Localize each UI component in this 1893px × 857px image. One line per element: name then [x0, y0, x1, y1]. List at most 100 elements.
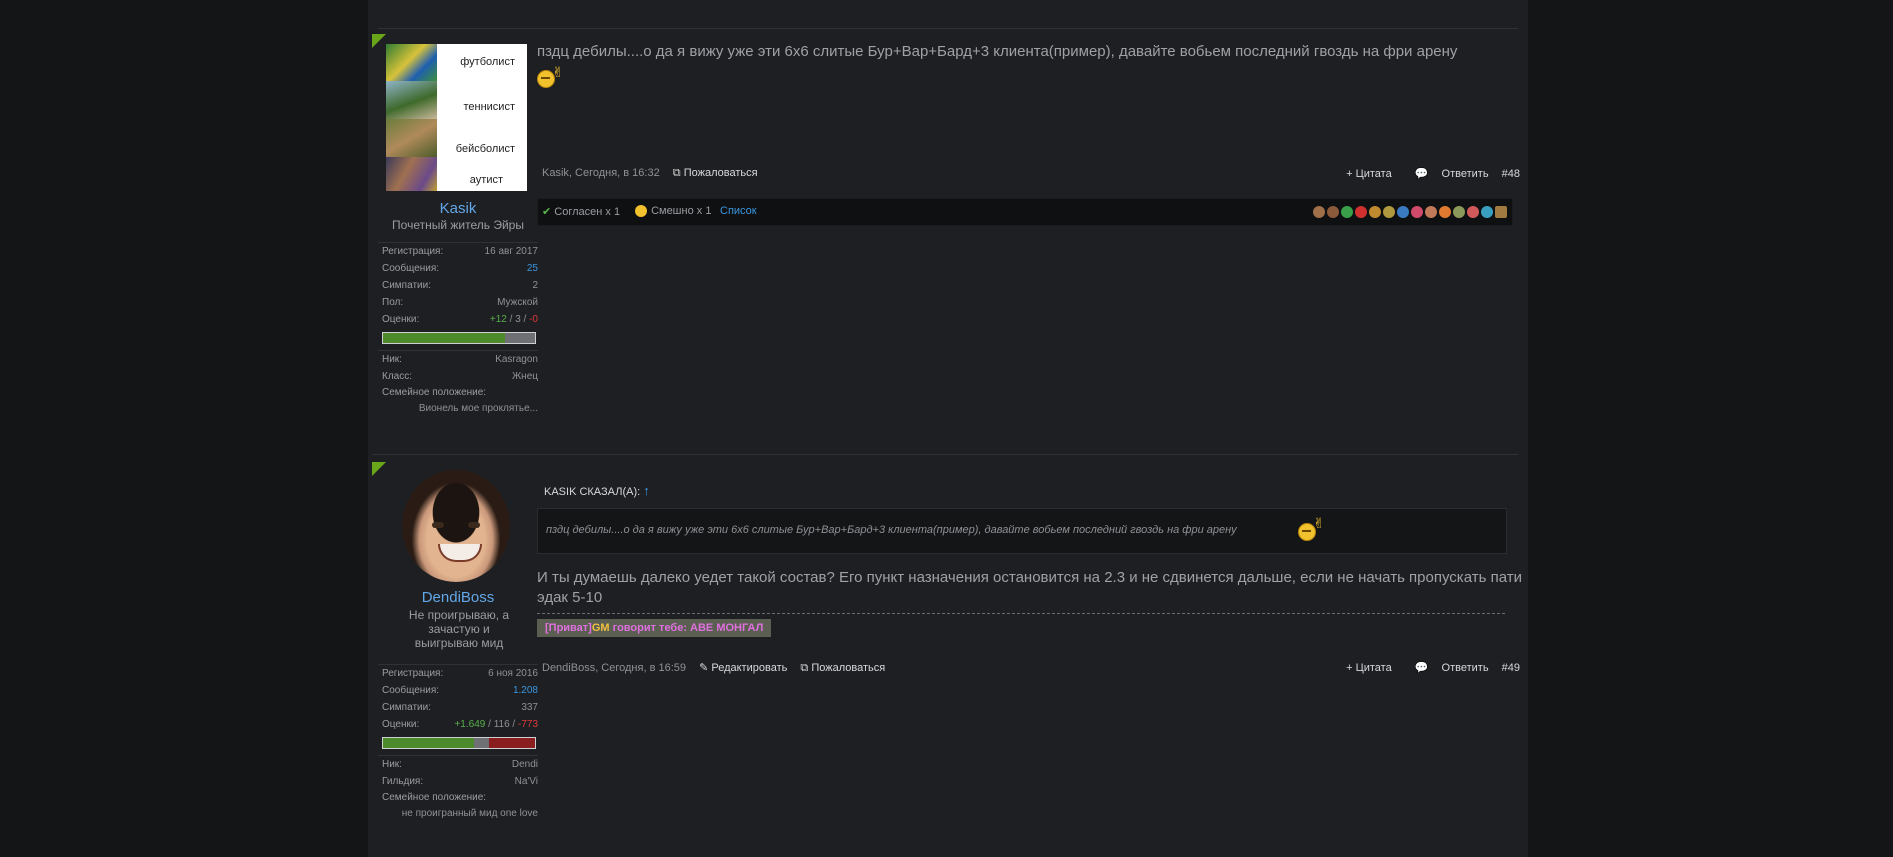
stat-value: 337	[521, 702, 538, 713]
avatar[interactable]: футболист теннисист бейсболист аутист	[386, 44, 527, 191]
post-number-link[interactable]: #48	[1502, 168, 1520, 180]
messages-count-link[interactable]: 1.208	[513, 682, 538, 699]
quote-block: пздц дебилы....о да я вижу уже эти 6х6 с…	[537, 508, 1507, 554]
reply-icon: 💬	[1414, 168, 1429, 180]
user-stats: Регистрация: 16 авг 2017 Сообщения: 25 Сим…	[378, 242, 538, 417]
avatar-label: теннисист	[463, 101, 515, 113]
forum-page: футболист теннисист бейсболист аутист Ka…	[368, 0, 1528, 857]
new-post-marker	[372, 462, 386, 476]
username-link[interactable]: DendiBoss	[368, 589, 548, 606]
message-body: И ты думаешь далеко уедет такой состав? …	[537, 569, 1522, 606]
post-actions: + Цитата 💬 Ответить #48	[1336, 167, 1520, 180]
post-49: DendiBoss Не проигрываю, а зачастую и вы…	[368, 462, 1528, 857]
signature-part: GM	[591, 622, 610, 634]
report-button[interactable]: ⧉ Пожаловаться	[673, 167, 758, 179]
avatar-image-football	[386, 44, 437, 81]
family-value: Вионель мое проклятье...	[418, 403, 538, 414]
signature-part: говорит тебе: АВЕ МОНГАЛ	[609, 622, 764, 634]
rating-bar-negative	[489, 738, 535, 748]
edit-button[interactable]: ✎ Редактировать	[699, 662, 787, 674]
box-icon[interactable]	[1495, 206, 1507, 219]
message-area: пздц дебилы....о да я вижу уже эти 6х6 с…	[537, 42, 1522, 88]
reply-button[interactable]: 💬 Ответить	[1405, 662, 1489, 674]
post-actions: + Цитата 💬 Ответить #49	[1336, 661, 1520, 674]
disagree-icon[interactable]	[1355, 206, 1367, 219]
rating-sep: /	[523, 314, 527, 325]
agree-icon[interactable]	[1341, 206, 1353, 219]
stat-class: Класс: Жнец	[378, 368, 538, 385]
quote-button[interactable]: + Цитата	[1346, 168, 1392, 180]
reply-button[interactable]: 💬 Ответить	[1405, 168, 1489, 180]
stat-key: Оценки:	[382, 314, 420, 325]
stat-key: Сообщения:	[382, 263, 440, 274]
stat-value: Dendi	[511, 759, 538, 770]
rating-plus: +12	[489, 314, 507, 325]
smile-icon	[635, 205, 647, 218]
likes-agree: ✔ Согласен x 1	[542, 205, 620, 218]
rating-sep: /	[488, 719, 491, 730]
post-divider	[372, 454, 1518, 455]
messages-count-link[interactable]: 25	[527, 260, 538, 277]
stat-value: Na'Vi	[514, 776, 538, 787]
reply-label: Ответить	[1441, 662, 1489, 674]
signature-divider	[537, 613, 1505, 614]
rating-values: +1.649 / 116 / -773	[454, 716, 538, 733]
stat-nick: Ник: Kasragon	[378, 351, 538, 368]
stat-key: Класс:	[382, 371, 412, 382]
clock-icon[interactable]	[1467, 206, 1479, 219]
heart-icon[interactable]	[1411, 206, 1423, 219]
thumbs-down-icon[interactable]	[1327, 206, 1339, 219]
quote-button[interactable]: + Цитата	[1346, 662, 1392, 674]
reply-label: Ответить	[1441, 168, 1489, 180]
tick-icon[interactable]	[1481, 206, 1493, 219]
stat-key: Симпатии:	[382, 702, 431, 713]
avatar-label: бейсболист	[455, 143, 515, 155]
avatar[interactable]	[386, 470, 527, 588]
funny-icon[interactable]	[1369, 206, 1381, 219]
stat-messages: Сообщения: 25	[378, 260, 538, 277]
funny-count: Смешно x 1	[651, 205, 712, 217]
stat-registration: Регистрация: 6 ноя 2016	[378, 665, 538, 682]
stat-value: Kasragon	[495, 354, 538, 365]
rating-values: +12 / 3 / -0	[490, 311, 538, 328]
post-number-link[interactable]: #49	[1502, 662, 1520, 674]
rainbow-icon[interactable]	[1439, 206, 1451, 219]
edit-label: Редактировать	[711, 662, 788, 674]
signature: [Приват]GM говорит тебе: АВЕ МОНГАЛ	[537, 619, 772, 637]
thumbs-up-icon[interactable]	[1313, 206, 1325, 219]
report-label: Пожаловаться	[683, 167, 758, 179]
stat-registration: Регистрация: 16 авг 2017	[378, 243, 538, 260]
stat-rating: Оценки: +1.649 / 116 / -773	[378, 716, 538, 733]
agree-count: Согласен x 1	[554, 206, 621, 218]
rating-bar-positive	[383, 333, 505, 343]
family-label: Семейное положение:	[382, 792, 487, 803]
info-icon[interactable]	[1397, 206, 1409, 219]
signature-part: [Приват]	[545, 622, 592, 634]
message-text: пздц дебилы....о да я вижу уже эти 6х6 с…	[537, 42, 1522, 88]
stat-nick: Ник: Dendi	[378, 756, 538, 773]
wrench-icon[interactable]	[1425, 206, 1437, 219]
post-author-time[interactable]: Kasik, Сегодня, в 16:32	[542, 167, 660, 179]
rating-minus: -0	[529, 314, 538, 325]
quote-jump-icon[interactable]: ↑	[643, 483, 650, 498]
avatar-label: футболист	[460, 56, 515, 68]
stat-likes: Симпатии: 337	[378, 699, 538, 716]
quote-text: пздц дебилы....о да я вижу уже эти 6х6 с…	[546, 524, 1237, 536]
username-link[interactable]: Kasik	[368, 200, 548, 217]
avatar-image-baseball	[386, 119, 437, 157]
family-value: не проигранный мид one love	[401, 808, 538, 819]
post-48: футболист теннисист бейсболист аутист Ka…	[368, 34, 1528, 455]
stat-value: 2	[532, 280, 538, 291]
stat-key: Ник:	[382, 759, 402, 770]
reaction-picker	[1312, 206, 1508, 219]
message-area: И ты думаешь далеко уедет такой состав? …	[537, 568, 1522, 608]
rating-minus: -773	[517, 719, 538, 730]
post-author-time[interactable]: DendiBoss, Сегодня, в 16:59	[542, 662, 686, 674]
stat-value: Мужской	[497, 297, 538, 308]
winner-icon[interactable]	[1383, 206, 1395, 219]
user-title: Не проигрываю, а зачастую и выигрываю ми…	[408, 608, 510, 650]
brush-icon[interactable]	[1453, 206, 1465, 219]
likes-list-link[interactable]: Список	[720, 205, 757, 217]
report-button[interactable]: ⧉ Пожаловаться	[800, 662, 885, 674]
report-icon: ⧉	[800, 662, 809, 674]
